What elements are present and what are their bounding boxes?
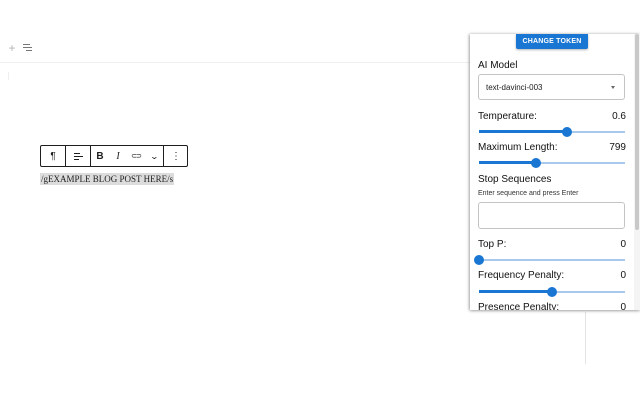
top-p-value: 0: [620, 239, 626, 250]
scrollbar-thumb[interactable]: [635, 34, 639, 230]
change-token-button[interactable]: CHANGE TOKEN: [516, 34, 588, 49]
ai-model-label: AI Model: [478, 60, 518, 71]
presence-penalty-label: Presence Penalty:: [478, 302, 560, 310]
ai-model-select[interactable]: text-davinci-003: [478, 74, 625, 100]
app-canvas: + ¶ B I ⊂⊃ ⌄ ⋮ /gEXAMPLE BLOG POST HERE/…: [0, 0, 640, 400]
format-group: B I ⊂⊃ ⌄: [91, 146, 164, 166]
slider-thumb[interactable]: [547, 287, 557, 297]
editor-top-toolbar: +: [0, 34, 470, 63]
slider-thumb[interactable]: [474, 255, 484, 265]
paragraph-icon[interactable]: ¶: [41, 146, 65, 166]
panel-scrollbar[interactable]: [634, 34, 640, 310]
options-group: ⋮: [164, 146, 188, 166]
document-overview-icon[interactable]: [21, 42, 35, 54]
slider-thumb[interactable]: [561, 127, 572, 137]
ai-settings-panel: CHANGE TOKEN AI Model text-davinci-003 T…: [470, 34, 640, 310]
top-p-slider[interactable]: [474, 255, 625, 265]
editor-vertical-divider: [585, 312, 586, 364]
slider-track: [479, 290, 552, 293]
add-block-icon[interactable]: +: [6, 42, 18, 54]
align-group: [66, 146, 91, 166]
ai-model-selected-value: text-davinci-003: [486, 82, 543, 92]
divider: [8, 72, 9, 80]
temperature-label: Temperature:: [478, 111, 537, 122]
temperature-value: 0.6: [612, 111, 626, 122]
chevron-down-glyph: ⌄: [149, 151, 159, 161]
presence-penalty-value: 0: [620, 302, 626, 310]
maximum-length-value: 799: [609, 142, 626, 153]
italic-button[interactable]: I: [109, 146, 127, 166]
post-paragraph[interactable]: /gEXAMPLE BLOG POST HERE/s: [40, 173, 175, 185]
maximum-length-slider[interactable]: [479, 158, 625, 168]
options-icon[interactable]: ⋮: [164, 146, 188, 166]
align-button[interactable]: [66, 146, 90, 166]
temperature-slider[interactable]: [479, 127, 625, 137]
stop-sequences-helper: Enter sequence and press Enter: [478, 190, 579, 197]
maximum-length-label: Maximum Length:: [478, 142, 558, 153]
align-left-icon: [73, 151, 83, 162]
frequency-penalty-value: 0: [620, 270, 626, 281]
dropdown-arrow-icon: [611, 86, 615, 89]
slider-track: [479, 130, 567, 133]
frequency-penalty-label: Frequency Penalty:: [478, 270, 565, 281]
frequency-penalty-slider[interactable]: [479, 287, 625, 297]
link-icon[interactable]: ⊂⊃: [127, 146, 145, 166]
slider-rail: [479, 259, 625, 261]
more-formats-chevron-down-icon[interactable]: ⌄: [145, 146, 163, 166]
bold-button[interactable]: B: [91, 146, 109, 166]
block-type-group: ¶: [41, 146, 66, 166]
slider-thumb[interactable]: [530, 158, 541, 168]
block-toolbar: ¶ B I ⊂⊃ ⌄ ⋮: [40, 145, 188, 167]
stop-sequences-label: Stop Sequences: [478, 174, 552, 185]
stop-sequences-input[interactable]: [478, 202, 625, 229]
top-p-label: Top P:: [478, 239, 507, 250]
slider-track: [479, 161, 536, 164]
